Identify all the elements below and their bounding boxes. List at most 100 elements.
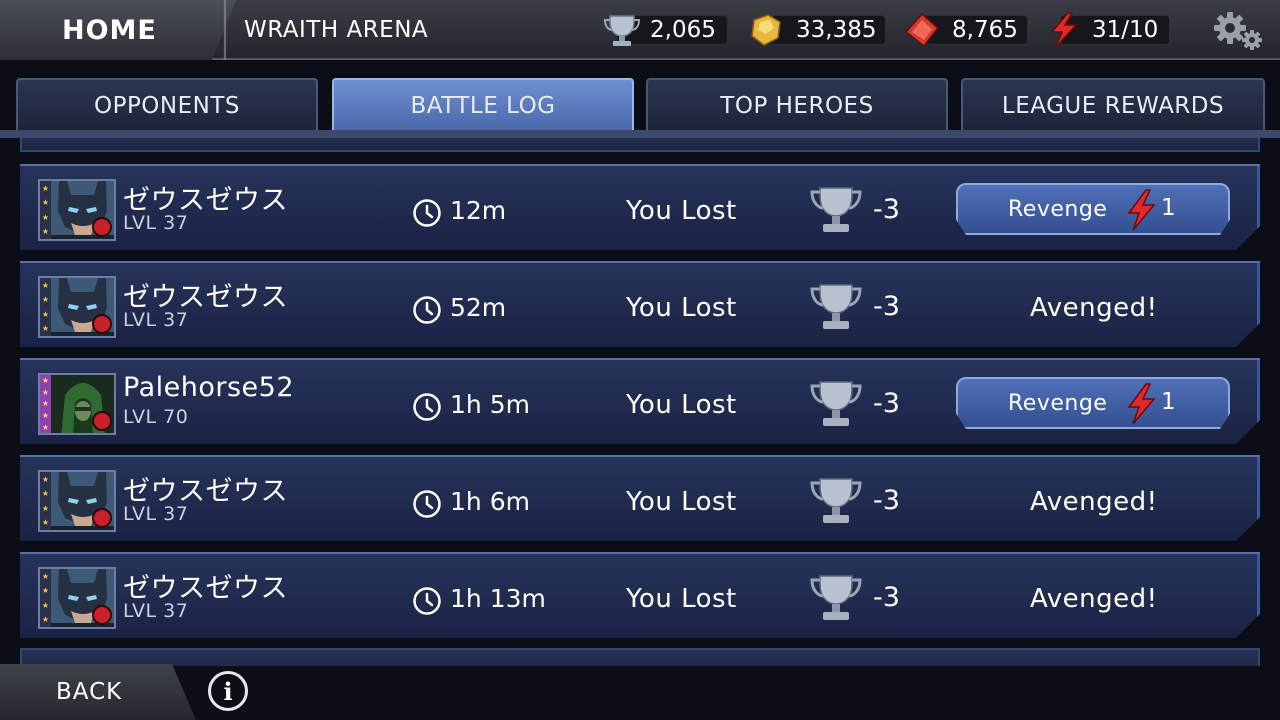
header-divider (210, 0, 240, 60)
star-rating: ★ ★ ★ ★ (40, 472, 51, 530)
clock-icon (413, 199, 441, 227)
revenge-button[interactable]: Revenge 1 (956, 183, 1230, 235)
trophy-icon (810, 575, 862, 620)
hero-portrait: ★ ★ ★ ★ (38, 470, 116, 532)
batman-avatar (51, 181, 114, 239)
gem-count: 8,765 (952, 17, 1018, 43)
tab-opponents-label: OPPONENTS (93, 93, 241, 119)
gem-icon (904, 12, 940, 48)
star-rating: ★ ★ ★ ★ (40, 278, 51, 336)
battle-result: You Lost (626, 390, 737, 420)
gem-counter: 8,765 (902, 12, 1018, 48)
battle-log-row: ★ ★ ★ ★ ゼウスゼウス LVL 37 12m You Lost -3 Re… (20, 164, 1260, 250)
hero-portrait: ★ ★ ★ ★ (38, 567, 116, 629)
battle-time: 12m (450, 196, 507, 225)
trophy-icon (810, 284, 862, 329)
clock-icon (413, 490, 441, 518)
tab-league-rewards-label: LEAGUE REWARDS (1001, 93, 1225, 119)
player-name: ゼウスゼウス (123, 282, 288, 313)
player-level: LVL 37 (123, 309, 189, 331)
player-name: Palehorse52 (123, 372, 294, 403)
tab-underline (0, 130, 1280, 138)
energy-counter: 31/10 (1044, 12, 1159, 48)
battle-result: You Lost (626, 196, 737, 226)
clock-icon (413, 296, 441, 324)
player-level: LVL 70 (123, 406, 189, 428)
battle-result: You Lost (626, 584, 737, 614)
battle-log-list[interactable]: ★ ★ ★ ★ ゼウスゼウス LVL 37 12m You Lost -3 Re… (0, 138, 1280, 666)
hero-portrait: ★ ★ ★ ★ ★ (38, 373, 116, 435)
tab-battle-log[interactable]: BATTLE LOG (332, 78, 634, 132)
batman-avatar (51, 569, 114, 627)
trophy-icon (810, 478, 862, 523)
revenge-label: Revenge (1008, 197, 1108, 222)
hero-portrait: ★ ★ ★ ★ (38, 276, 116, 338)
tab-battle-log-label: BATTLE LOG (410, 93, 556, 119)
trophy-icon (810, 187, 862, 232)
faction-badge-icon (92, 508, 112, 528)
gold-count: 33,385 (796, 17, 877, 43)
faction-badge-icon (92, 217, 112, 237)
home-label: HOME (62, 14, 157, 46)
star-rating: ★ ★ ★ ★ (40, 569, 51, 627)
back-button[interactable]: BACK (0, 664, 196, 720)
trophy-counter: 2,065 (602, 13, 716, 47)
clock-icon (413, 587, 441, 615)
revenge-label: Revenge (1008, 391, 1108, 416)
faction-badge-icon (92, 314, 112, 334)
energy-count: 31/10 (1092, 17, 1159, 43)
info-icon[interactable]: i (208, 671, 248, 711)
trophy-icon (810, 381, 862, 426)
tab-opponents[interactable]: OPPONENTS (16, 78, 318, 132)
battle-log-row: ★ ★ ★ ★ ゼウスゼウス LVL 37 1h 13m You Lost -3… (20, 552, 1260, 638)
energy-bolt-icon (1127, 189, 1156, 231)
tab-top-heroes-label: TOP HEROES (720, 93, 874, 119)
player-level: LVL 37 (123, 212, 189, 234)
list-item-partial-bottom (20, 648, 1260, 666)
trophy-change: -3 (873, 194, 900, 225)
list-item-partial-top (20, 138, 1260, 152)
trophy-change: -3 (873, 291, 900, 322)
star-rating: ★ ★ ★ ★ (40, 181, 51, 239)
tab-top-heroes[interactable]: TOP HEROES (646, 78, 948, 132)
battle-time: 1h 13m (450, 584, 546, 613)
avenged-status: Avenged! (1030, 487, 1158, 517)
faction-badge-icon (92, 411, 112, 431)
trophy-icon (603, 15, 641, 46)
clock-icon (413, 393, 441, 421)
avenged-status: Avenged! (1030, 584, 1158, 614)
gold-counter: 33,385 (746, 13, 876, 47)
player-name: ゼウスゼウス (123, 476, 288, 507)
trophy-change: -3 (873, 485, 900, 516)
revenge-button[interactable]: Revenge 1 (956, 377, 1230, 429)
battle-log-row: ★ ★ ★ ★ ゼウスゼウス LVL 37 52m You Lost -3 Av… (20, 261, 1260, 347)
player-level: LVL 37 (123, 503, 189, 525)
batman-avatar (51, 472, 114, 530)
trophy-count: 2,065 (650, 17, 716, 43)
faction-badge-icon (92, 605, 112, 625)
battle-time: 52m (450, 293, 507, 322)
trophy-change: -3 (873, 388, 900, 419)
arena-title: WRAITH ARENA (244, 17, 429, 43)
settings-gear-icon[interactable] (1210, 8, 1266, 52)
trophy-change: -3 (873, 582, 900, 613)
revenge-cost: 1 (1161, 195, 1176, 221)
tab-league-rewards[interactable]: LEAGUE REWARDS (961, 78, 1265, 132)
info-glyph: i (223, 676, 233, 706)
home-button[interactable]: HOME (0, 0, 236, 60)
top-bar: HOME WRAITH ARENA 2,065 33,385 8,765 31/… (0, 0, 1280, 60)
player-name: ゼウスゼウス (123, 185, 288, 216)
green-arrow-avatar (51, 375, 114, 433)
player-level: LVL 37 (123, 600, 189, 622)
energy-bolt-icon (1050, 12, 1078, 48)
batman-avatar (51, 278, 114, 336)
star-rating: ★ ★ ★ ★ ★ (40, 375, 51, 433)
battle-time: 1h 5m (450, 390, 530, 419)
battle-log-row: ★ ★ ★ ★ ゼウスゼウス LVL 37 1h 6m You Lost -3 … (20, 455, 1260, 541)
battle-time: 1h 6m (450, 487, 530, 516)
revenge-cost: 1 (1161, 389, 1176, 415)
battle-result: You Lost (626, 293, 737, 323)
battle-log-row: ★ ★ ★ ★ ★ Palehorse52 LVL 70 1h 5m You Lost (20, 358, 1260, 444)
back-label: BACK (56, 679, 123, 705)
battle-result: You Lost (626, 487, 737, 517)
